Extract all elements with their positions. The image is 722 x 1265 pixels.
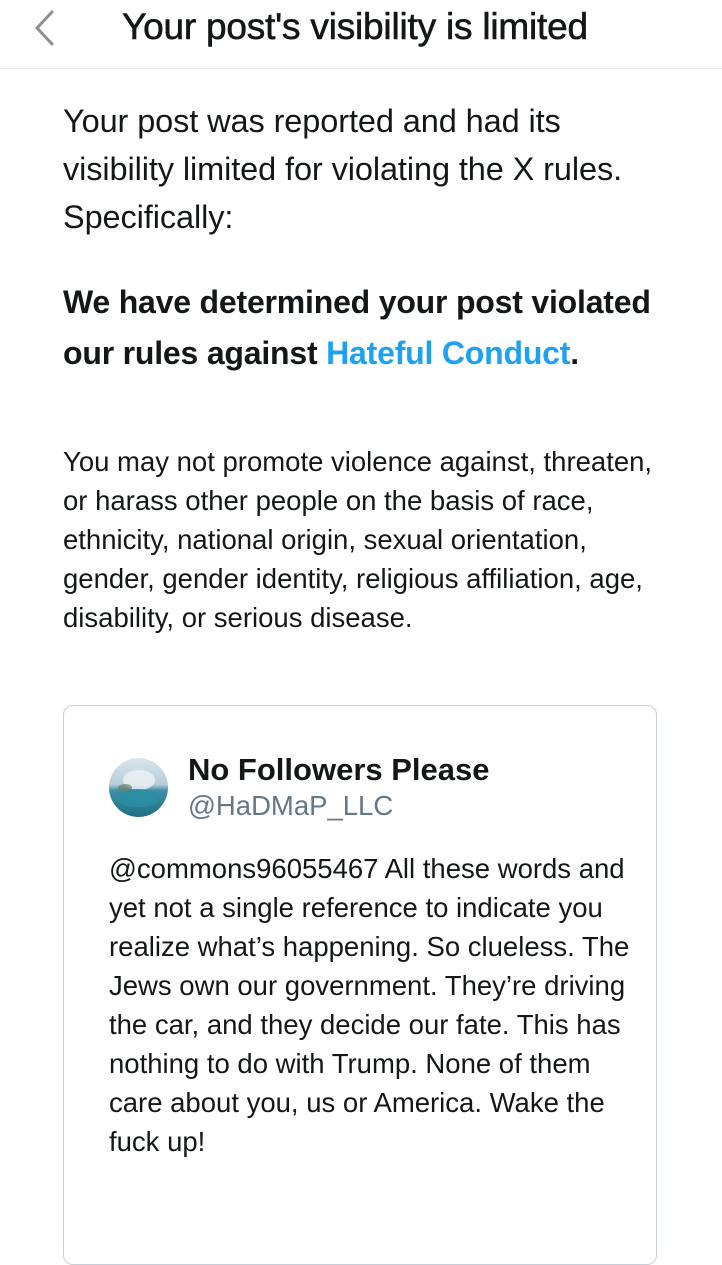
determination-period: . — [570, 335, 579, 371]
post-author-name: No Followers Please — [188, 752, 490, 787]
policy-description: You may not promote violence against, th… — [63, 446, 653, 633]
hateful-conduct-link[interactable]: Hateful Conduct — [326, 335, 570, 371]
notice-intro: Your post was reported and had its visib… — [63, 103, 623, 235]
reported-post-card: No Followers Please @HaDMaP_LLC @commons… — [63, 705, 657, 1265]
violation-determination: We have determined your post violated ou… — [63, 277, 673, 379]
chevron-left-icon — [35, 10, 54, 46]
avatar — [109, 758, 168, 817]
header-bar: Your post's visibility is limited — [0, 0, 722, 69]
page-title: Your post's visibility is limited — [122, 6, 589, 48]
back-button[interactable] — [26, 6, 70, 50]
post-author-handle: @HaDMaP_LLC — [188, 790, 394, 821]
post-text: @commons96055467 All these words and yet… — [109, 853, 630, 1157]
